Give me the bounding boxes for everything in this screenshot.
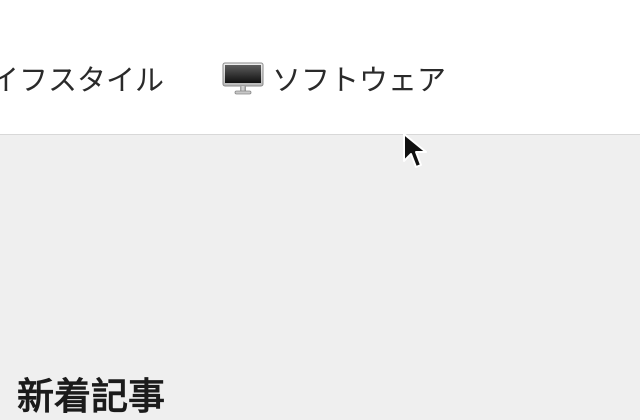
nav-item-lifestyle[interactable]: イフスタイル [0, 58, 164, 98]
new-articles-heading: 新着記事 [17, 375, 165, 418]
nav-item-software[interactable]: ソフトウェア [222, 58, 446, 98]
mouse-cursor-icon [403, 133, 427, 168]
nav-item-label: イフスタイル [0, 63, 165, 97]
page: イフスタイル ソフトウェア 新着記事 [0, 0, 640, 420]
top-navigation: イフスタイル ソフトウェア [0, 0, 640, 135]
monitor-icon [222, 62, 264, 95]
nav-item-label: ソフトウェア [272, 63, 447, 97]
